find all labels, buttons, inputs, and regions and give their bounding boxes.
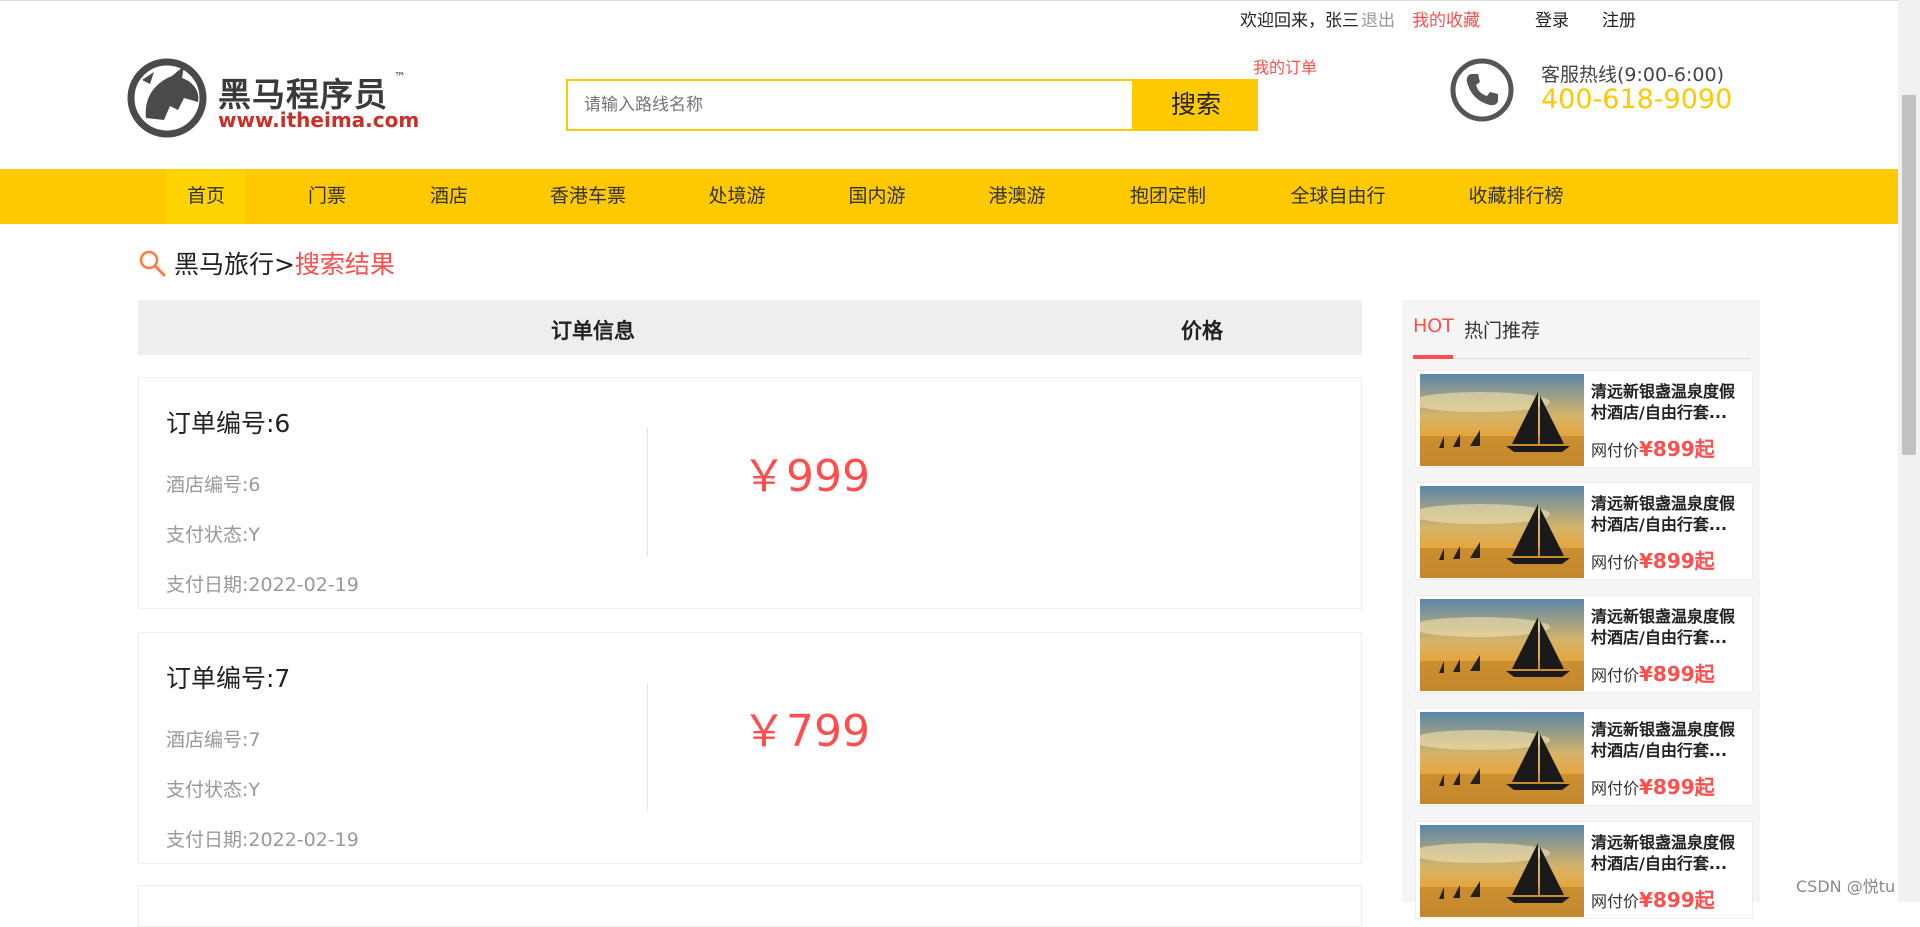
card-price-row: 网付价¥899起 (1591, 658, 1715, 687)
hotline-label: 客服热线(9:00-6:00) (1541, 64, 1725, 86)
login-link[interactable]: 登录 (1535, 6, 1569, 31)
card-divider (647, 683, 648, 811)
orders-table-header: 订单信息 价格 (138, 300, 1362, 355)
breadcrumb: 黑马旅行>搜索结果 (138, 245, 395, 281)
header-order-info: 订单信息 (551, 319, 635, 343)
payment-date: 支付日期:2022-02-19 (166, 829, 359, 851)
nav-item-home[interactable]: 首页 (166, 169, 246, 224)
payment-status: 支付状态:Y (166, 779, 261, 801)
card-title[interactable]: 清远新银盏温泉度假村酒店/自由行套... (1591, 381, 1747, 423)
logo-trademark: ™ (394, 70, 406, 84)
sailboat-image (1420, 486, 1584, 578)
nav-item-domestic[interactable]: 国内游 (834, 169, 920, 224)
nav-item-hotels[interactable]: 酒店 (414, 169, 484, 224)
my-orders-link[interactable]: 我的订单 (1253, 54, 1317, 78)
sidebar-divider (1413, 358, 1751, 359)
horse-logo-icon (127, 58, 207, 138)
order-price: ￥999 (742, 451, 870, 502)
hot-recommend-card[interactable]: 清远新银盏温泉度假村酒店/自由行套... 网付价¥899起 (1415, 821, 1753, 919)
hot-recommend-card[interactable]: 清远新银盏温泉度假村酒店/自由行套... 网付价¥899起 (1415, 482, 1753, 580)
hot-recommend-card[interactable]: 清远新银盏温泉度假村酒店/自由行套... 网付价¥899起 (1415, 708, 1753, 806)
order-number: 订单编号:6 (166, 409, 291, 438)
logo-url: www.itheima.com (218, 108, 420, 132)
sailboat-image (1420, 599, 1584, 691)
card-image[interactable] (1420, 486, 1584, 578)
nav-item-tickets[interactable]: 门票 (292, 169, 362, 224)
scrollbar-thumb[interactable] (1902, 95, 1916, 455)
card-price-row: 网付价¥899起 (1591, 545, 1715, 574)
card-image[interactable] (1420, 599, 1584, 691)
card-title[interactable]: 清远新银盏温泉度假村酒店/自由行套... (1591, 493, 1747, 535)
card-price-label: 网付价 (1591, 441, 1640, 460)
nav-item-hk-macau[interactable]: 港澳游 (974, 169, 1060, 224)
order-price: ￥799 (742, 706, 870, 757)
card-price: ¥899起 (1639, 437, 1715, 461)
breadcrumb-home[interactable]: 黑马旅行 (174, 250, 274, 279)
search-icon (139, 250, 166, 277)
hot-label: HOT (1413, 315, 1454, 337)
nav-item-hk-bus[interactable]: 香港车票 (536, 169, 640, 224)
card-price: ¥899起 (1639, 888, 1715, 912)
breadcrumb-current: 搜索结果 (294, 250, 395, 279)
phone-icon (1450, 58, 1514, 122)
order-number: 订单编号:7 (166, 664, 291, 693)
sidebar-tab-underline (1413, 355, 1453, 359)
register-link[interactable]: 注册 (1602, 6, 1636, 31)
page-scrollbar[interactable] (1898, 0, 1920, 902)
nav-item-custom-group[interactable]: 抱团定制 (1114, 169, 1222, 224)
card-price: ¥899起 (1639, 549, 1715, 573)
sidebar-title: 热门推荐 (1464, 320, 1541, 342)
payment-date: 支付日期:2022-02-19 (166, 574, 359, 596)
nav-item-global-free[interactable]: 全球自由行 (1280, 169, 1396, 224)
hotel-number: 酒店编号:7 (166, 729, 261, 751)
card-image[interactable] (1420, 825, 1584, 917)
order-card[interactable]: 订单编号:7 酒店编号:7 支付状态:Y 支付日期:2022-02-19 ￥79… (138, 632, 1362, 864)
card-price-row: 网付价¥899起 (1591, 433, 1715, 462)
hot-recommend-card[interactable]: 清远新银盏温泉度假村酒店/自由行套... 网付价¥899起 (1415, 370, 1753, 468)
site-logo[interactable]: 黑马程序员 ™ www.itheima.com (124, 58, 419, 138)
hot-recommend-card[interactable]: 清远新银盏温泉度假村酒店/自由行套... 网付价¥899起 (1415, 595, 1753, 693)
logout-link[interactable]: 退出 (1361, 6, 1395, 31)
order-card[interactable]: 订单编号:6 酒店编号:6 支付状态:Y 支付日期:2022-02-19 ￥99… (138, 377, 1362, 609)
breadcrumb-separator: > (273, 250, 295, 279)
sailboat-image (1420, 712, 1584, 804)
card-price-row: 网付价¥899起 (1591, 884, 1715, 913)
search-box (566, 79, 1134, 131)
payment-status: 支付状态:Y (166, 524, 261, 546)
main-nav: 首页 门票 酒店 香港车票 处境游 国内游 港澳游 抱团定制 全球自由行 收藏排… (0, 169, 1898, 224)
hotel-number: 酒店编号:6 (166, 474, 261, 496)
card-title[interactable]: 清远新银盏温泉度假村酒店/自由行套... (1591, 606, 1747, 648)
search-input[interactable] (568, 81, 1124, 129)
nav-item-situation-tour[interactable]: 处境游 (694, 169, 780, 224)
card-price-row: 网付价¥899起 (1591, 771, 1715, 800)
card-divider (647, 428, 648, 556)
order-card[interactable] (138, 885, 1362, 927)
watermark: CSDN @悦tu (1796, 877, 1896, 896)
sailboat-image (1420, 374, 1584, 466)
card-image[interactable] (1420, 712, 1584, 804)
card-title[interactable]: 清远新银盏温泉度假村酒店/自由行套... (1591, 832, 1747, 874)
top-bar: 欢迎回来，张三 退出 我的收藏 登录 注册 (0, 0, 1898, 37)
search-button[interactable]: 搜索 (1134, 79, 1258, 131)
sailboat-image (1420, 825, 1584, 917)
card-price: ¥899起 (1639, 775, 1715, 799)
my-favorites-link[interactable]: 我的收藏 (1412, 6, 1480, 31)
card-image[interactable] (1420, 374, 1584, 466)
nav-item-favorites-rank[interactable]: 收藏排行榜 (1460, 169, 1572, 224)
card-price-label: 网付价 (1591, 779, 1640, 798)
card-price-label: 网付价 (1591, 666, 1640, 685)
welcome-text: 欢迎回来，张三 (1240, 11, 1359, 31)
header-price: 价格 (1181, 319, 1223, 343)
card-price-label: 网付价 (1591, 553, 1640, 572)
card-price: ¥899起 (1639, 662, 1715, 686)
hotline-number: 400-618-9090 (1541, 84, 1733, 115)
card-title[interactable]: 清远新银盏温泉度假村酒店/自由行套... (1591, 719, 1747, 761)
